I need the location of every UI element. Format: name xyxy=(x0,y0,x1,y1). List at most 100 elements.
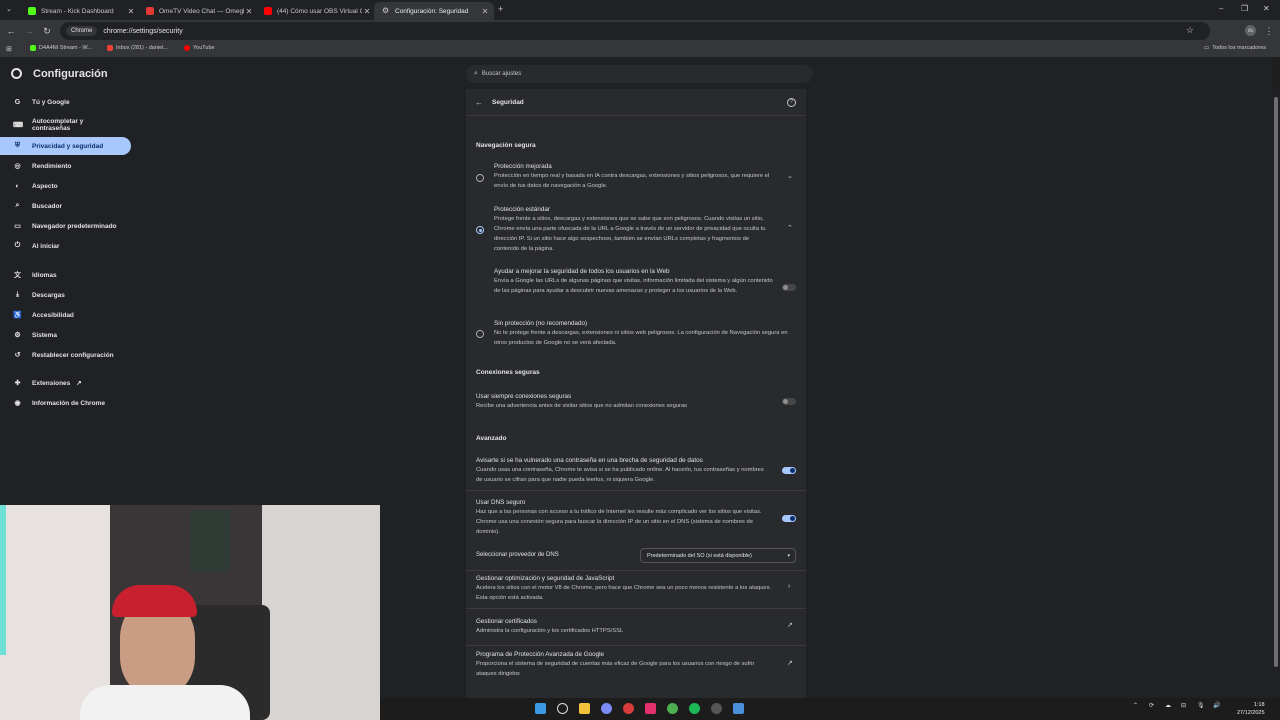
webcam-wall xyxy=(0,505,110,720)
close-window-button[interactable]: ✕ xyxy=(1263,4,1270,13)
sidebar-item-about-chrome[interactable]: ◉ Información de Chrome xyxy=(0,394,131,412)
sidebar-item-performance[interactable]: ◎ Rendimiento xyxy=(0,157,131,175)
capture-app-icon[interactable] xyxy=(733,703,744,714)
tab-title: Stream - Kick Dashboard xyxy=(41,7,114,15)
page-title: Configuración xyxy=(33,68,108,80)
search-icon: ⌕ xyxy=(474,70,478,77)
tab-ometv[interactable]: OmeTV Video Chat — Omegle ✕ xyxy=(138,2,258,20)
tab-settings[interactable]: ⚙ Configuración: Seguridad ✕ xyxy=(374,2,494,20)
sidebar-item-you-and-google[interactable]: G Tú y Google xyxy=(0,93,131,111)
settings-search-input[interactable]: ⌕ Buscar ajustes xyxy=(466,65,813,83)
youtube-favicon-icon xyxy=(184,45,190,51)
close-tab-icon[interactable]: ✕ xyxy=(244,7,254,16)
sidebar-item-system[interactable]: ⚙ Sistema xyxy=(0,326,131,344)
external-link-icon[interactable]: ↗ xyxy=(787,621,793,629)
minimize-button[interactable]: – xyxy=(1219,4,1223,13)
sidebar-item-extensions[interactable]: ✚ Extensiones ↗ xyxy=(0,374,131,392)
tab-kick[interactable]: Stream - Kick Dashboard ✕ xyxy=(20,2,140,20)
clock-date: 27/12/2025 xyxy=(1237,710,1265,716)
bookmark-star-icon[interactable]: ☆ xyxy=(1186,25,1194,36)
sidebar-item-accessibility[interactable]: ♿ Accesibilidad xyxy=(0,306,131,324)
secure-connections-heading: Conexiones seguras xyxy=(476,369,540,376)
address-bar[interactable]: Chrome chrome://settings/security ☆ xyxy=(60,22,1210,40)
javascript-opt-title[interactable]: Gestionar optimización y seguridad de Ja… xyxy=(476,575,614,582)
file-explorer-icon[interactable] xyxy=(579,703,590,714)
external-link-icon[interactable]: ↗ xyxy=(787,659,793,667)
sidebar-item-label: Restablecer configuración xyxy=(32,351,114,359)
safe-browsing-heading: Navegación segura xyxy=(476,142,536,149)
chevron-up-icon[interactable]: ⌃ xyxy=(787,224,793,232)
no-protection-radio[interactable] xyxy=(476,330,484,338)
palette-icon: ◐ xyxy=(15,182,20,190)
sidebar-item-privacy[interactable]: ⛨ Privacidad y seguridad xyxy=(0,137,131,155)
javascript-opt-desc: Acelera los sitios con el motor V8 de Ch… xyxy=(476,585,772,601)
sidebar-item-search-engine[interactable]: ⌕ Buscador xyxy=(0,197,131,215)
back-icon[interactable]: ← xyxy=(5,25,17,37)
windows-start-icon[interactable] xyxy=(535,703,546,714)
sidebar-item-appearance[interactable]: ◐ Aspecto xyxy=(0,177,131,195)
taskbar-clock[interactable]: 1:18 27/12/2025 xyxy=(1237,701,1265,717)
sidebar-item-languages[interactable]: 文 Idiomas xyxy=(0,266,131,284)
bookmark-youtube[interactable]: YouTube xyxy=(184,45,215,51)
sidebar-item-label: Privacidad y seguridad xyxy=(32,142,104,150)
chevron-down-icon[interactable]: ⌄ xyxy=(787,172,793,180)
download-icon: ⤓ xyxy=(15,291,20,298)
search-icon[interactable] xyxy=(557,703,568,714)
enhanced-protection-radio[interactable] xyxy=(476,174,484,182)
apps-icon[interactable]: ⊞ xyxy=(6,45,12,53)
forward-icon[interactable]: → xyxy=(23,25,35,37)
close-tab-icon[interactable]: ✕ xyxy=(126,7,136,16)
help-icon[interactable]: ? xyxy=(787,98,796,107)
reload-icon[interactable]: ↻ xyxy=(41,25,53,37)
advanced-protection-title[interactable]: Programa de Protección Avanzada de Googl… xyxy=(476,651,604,658)
spotify-icon[interactable] xyxy=(689,703,700,714)
tab-search-icon[interactable]: ⌄ xyxy=(6,5,12,13)
tray-mic-icon[interactable]: 🎙 xyxy=(1197,702,1205,709)
back-arrow-icon[interactable]: ← xyxy=(475,98,483,107)
sidebar-item-downloads[interactable]: ⤓ Descargas xyxy=(0,286,131,304)
password-leak-toggle[interactable] xyxy=(782,467,796,474)
chrome-icon[interactable] xyxy=(667,703,678,714)
external-link-icon: ↗ xyxy=(76,380,82,387)
sidebar-item-label: Accesibilidad xyxy=(32,311,74,319)
sidebar-item-on-startup[interactable]: ⏻ Al iniciar xyxy=(0,237,131,255)
tray-network-icon[interactable]: ⊟ xyxy=(1181,702,1186,709)
secure-dns-toggle[interactable] xyxy=(782,515,796,522)
bookmark-kick[interactable]: D4A4NI Stream - W... xyxy=(30,45,92,51)
all-bookmarks[interactable]: ▭ Todos los marcadores xyxy=(1204,45,1266,51)
sidebar-item-default-browser[interactable]: ▭ Navegador predeterminado xyxy=(0,217,131,235)
sidebar-item-reset[interactable]: ↺ Restablecer configuración xyxy=(0,346,131,364)
gmail-favicon-icon xyxy=(107,45,113,51)
close-tab-icon[interactable]: ✕ xyxy=(480,7,490,16)
sidebar-item-autofill[interactable]: ⌨ Autocompletar y contraseñas xyxy=(0,116,131,134)
bookmark-inbox[interactable]: Inbox (281) - daniel... xyxy=(107,45,168,51)
page-scrollbar[interactable] xyxy=(1272,89,1280,698)
enhanced-protection-title: Protección mejorada xyxy=(494,163,552,170)
close-tab-icon[interactable]: ✕ xyxy=(362,7,372,16)
profile-avatar[interactable]: du xyxy=(1245,25,1256,36)
tray-volume-icon[interactable]: 🔊 xyxy=(1213,702,1220,709)
section-title: Seguridad xyxy=(492,99,524,106)
scrollbar-thumb[interactable] xyxy=(1274,97,1278,667)
help-improve-toggle[interactable] xyxy=(782,284,796,291)
https-first-toggle[interactable] xyxy=(782,398,796,405)
dns-provider-select[interactable]: Predeterminado del SO (si está disponibl… xyxy=(640,548,796,563)
standard-protection-radio[interactable] xyxy=(476,226,484,234)
copilot-icon[interactable] xyxy=(601,703,612,714)
chrome-chip: Chrome xyxy=(66,26,98,36)
chevron-right-icon[interactable]: › xyxy=(788,583,790,590)
obs-icon[interactable] xyxy=(623,703,634,714)
sidebar-item-label: Navegador predeterminado xyxy=(32,222,117,230)
browser-toolbar: ← → ↻ Chrome chrome://settings/security … xyxy=(0,20,1280,42)
tray-sync-icon[interactable]: ⟳ xyxy=(1149,702,1154,709)
certificates-title[interactable]: Gestionar certificados xyxy=(476,618,537,625)
kick-favicon-icon xyxy=(30,45,36,51)
menu-icon[interactable]: ⋮ xyxy=(1263,25,1275,37)
tab-youtube[interactable]: (44) Cómo usar OBS Virtual Cam ✕ xyxy=(256,2,376,20)
tray-cloud-icon[interactable]: ☁ xyxy=(1165,702,1171,709)
restore-button[interactable]: ❐ xyxy=(1241,4,1248,13)
streaming-app-icon[interactable] xyxy=(711,703,722,714)
tiktok-icon[interactable] xyxy=(645,703,656,714)
tray-chevron-icon[interactable]: ⌃ xyxy=(1133,702,1138,709)
new-tab-button[interactable]: + xyxy=(498,4,503,14)
